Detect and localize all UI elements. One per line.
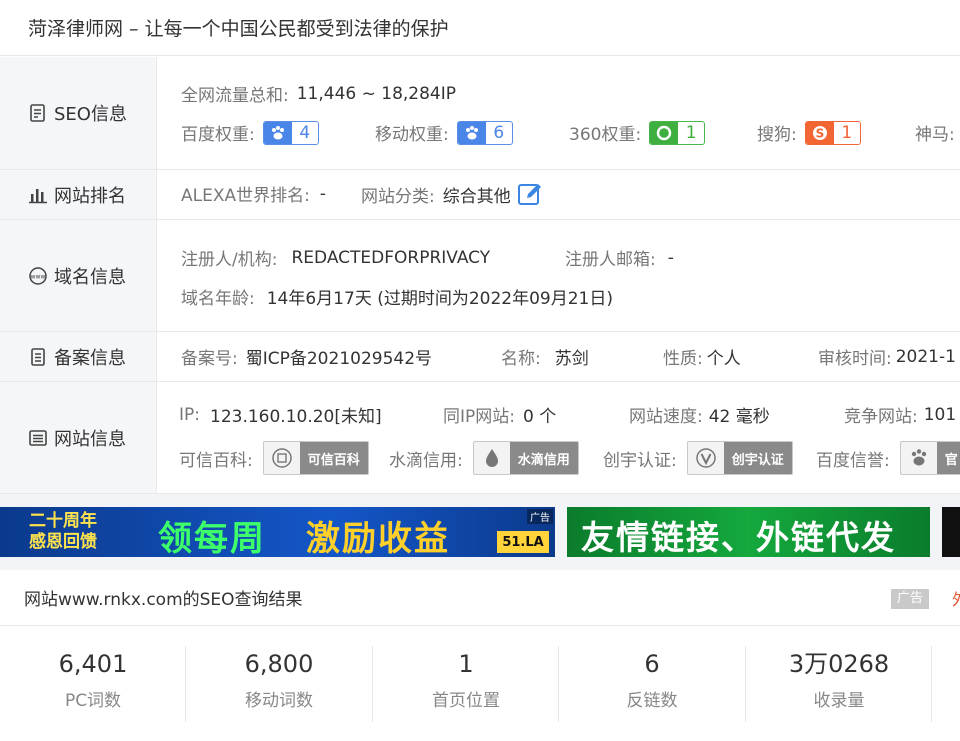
shuidi-credit[interactable]: 水滴信用: 水滴信用 (389, 441, 579, 475)
baidu-reputation[interactable]: 百度信誉: 官 (816, 441, 960, 475)
seo-stats: 6,401 PC词数 6,800 移动词数 1 首页位置 6 反链数 3万026… (0, 646, 960, 722)
page-header: 菏泽律师网 – 让每一个中国公民都受到法律的保护 (0, 0, 960, 56)
shenma-weight[interactable]: 神马: (915, 120, 955, 145)
document-icon (30, 104, 45, 122)
svg-text:S: S (815, 126, 824, 140)
ad-banner-partial[interactable] (942, 507, 960, 557)
water-drop-icon (473, 442, 510, 474)
kexin-baike-badge[interactable]: 可信百科 (262, 441, 369, 475)
same-ip-sites[interactable]: 同IP网站: 0 个 (443, 402, 556, 427)
ad-link-partial[interactable]: 外 (952, 586, 960, 610)
site-info-label: 网站信息 (54, 428, 126, 450)
360-logo-icon (650, 121, 679, 144)
edit-icon[interactable] (517, 181, 543, 207)
list-icon (29, 429, 47, 446)
ad1-main-text-2: 激励收益 (306, 519, 450, 557)
sogou-logo-icon: S (805, 121, 834, 144)
ad-banner-51la[interactable]: 二十周年 感恩回馈 领每周 激励收益 51.LA 广告 (0, 507, 555, 557)
seo-info-row: SEO信息 全网流量总和: 11,446 ~ 18,284IP 百度权重: 4 … (0, 57, 960, 170)
stat-backlinks[interactable]: 6 反链数 (559, 646, 745, 722)
globe-www-icon: www (29, 266, 47, 285)
chuangyu-cert-badge[interactable]: 创宇认证 (686, 441, 793, 475)
kexin-baike[interactable]: 可信百科: 可信百科 (179, 441, 369, 475)
record-book-icon (31, 347, 45, 366)
sogou-weight[interactable]: 搜狗: S 1 (757, 120, 861, 145)
baidu-reputation-badge[interactable]: 官 (899, 441, 960, 475)
seal-icon (263, 442, 300, 474)
baidu-weight-badge[interactable]: 4 (262, 120, 319, 145)
ad-banner-links[interactable]: 友情链接、外链代发 (567, 507, 930, 557)
site-speed: 网站速度: 42 毫秒 (629, 407, 770, 427)
alexa-rank: ALEXA世界排名: - (181, 183, 326, 207)
seo-info-label: SEO信息 (54, 104, 127, 125)
icp-name: 名称: 苏剑 (501, 349, 589, 369)
icp-type: 性质: 个人 (663, 349, 741, 369)
baidu-paw-icon (457, 121, 486, 144)
weight-360[interactable]: 360权重: 1 (569, 120, 706, 145)
ad-strip: 二十周年 感恩回馈 领每周 激励收益 51.LA 广告 友情链接、外链代发 (0, 494, 960, 570)
traffic-value: 11,446 ~ 18,284IP (296, 83, 457, 104)
site-category: 网站分类: 综合其他 (361, 181, 543, 207)
ad1-main-text: 领每周 (158, 519, 266, 557)
mobile-weight[interactable]: 移动权重: 6 (375, 120, 513, 145)
ad1-line1: 二十周年 (29, 511, 97, 531)
ad-tag: 广告 (527, 509, 553, 524)
ad-label: 广告 (891, 589, 930, 609)
ranking-row: 网站排名 ALEXA世界排名: - 网站分类: 综合其他 (0, 170, 960, 220)
page-title: 菏泽律师网 – 让每一个中国公民都受到法律的保护 (28, 18, 449, 40)
stat-pc-keywords[interactable]: 6,401 PC词数 (0, 646, 186, 722)
baidu-paw-icon (900, 442, 937, 474)
icp-review-time: 审核时间: 2021-1 (818, 346, 956, 370)
stat-mobile-keywords[interactable]: 6,800 移动词数 (186, 646, 372, 722)
ad2-main-text: 友情链接、外链代发 (581, 518, 896, 557)
svg-text:www: www (31, 273, 46, 280)
ad1-brand-logo: 51.LA (497, 531, 549, 553)
registrant-email: 注册人邮箱: - (565, 247, 674, 271)
mobile-weight-badge[interactable]: 6 (456, 120, 513, 145)
icp-row: 备案信息 备案号: 蜀ICP备2021029542号 名称: 苏剑 性质: 个人… (0, 332, 960, 382)
verified-v-icon (687, 442, 724, 474)
domain-age: 域名年龄: 14年6月17天 (过期时间为2022年09月21日) (181, 289, 614, 309)
registrant: 注册人/机构: REDACTEDFORPRIVACY (181, 247, 491, 271)
seo-result-title: 网站www.rnkx.com的SEO查询结果 (24, 590, 303, 610)
baidu-paw-icon (263, 121, 292, 144)
icp-label: 备案信息 (54, 347, 126, 369)
traffic-label: 全网流量总和: (181, 86, 289, 106)
stat-indexed[interactable]: 3万0268 收录量 (746, 646, 932, 722)
competitor-sites[interactable]: 竞争网站: 101 (844, 402, 956, 428)
icp-number[interactable]: 备案号: 蜀ICP备2021029542号 (181, 344, 432, 369)
shuidi-credit-badge[interactable]: 水滴信用 (472, 441, 579, 475)
stat-homepage-position[interactable]: 1 首页位置 (373, 646, 559, 722)
ranking-label: 网站排名 (54, 185, 126, 207)
bar-chart-icon (29, 188, 47, 203)
chuangyu-cert[interactable]: 创宇认证: 创宇认证 (603, 441, 793, 475)
domain-label: 域名信息 (54, 266, 126, 288)
seo-result-card: 网站www.rnkx.com的SEO查询结果 广告 外 6,401 PC词数 6… (0, 570, 960, 741)
site-info-table: SEO信息 全网流量总和: 11,446 ~ 18,284IP 百度权重: 4 … (0, 57, 960, 494)
ip-address: IP: 123.160.10.20[未知] (179, 404, 382, 428)
weight-360-badge[interactable]: 1 (649, 120, 706, 145)
ad1-line2: 感恩回馈 (29, 532, 97, 552)
baidu-weight[interactable]: 百度权重: 4 (181, 120, 319, 145)
site-info-row: 网站信息 IP: 123.160.10.20[未知] 同IP网站: 0 个 网站… (0, 382, 960, 494)
domain-row: www 域名信息 注册人/机构: REDACTEDFORPRIVACY 注册人邮… (0, 220, 960, 332)
sogou-weight-badge[interactable]: S 1 (804, 120, 861, 145)
